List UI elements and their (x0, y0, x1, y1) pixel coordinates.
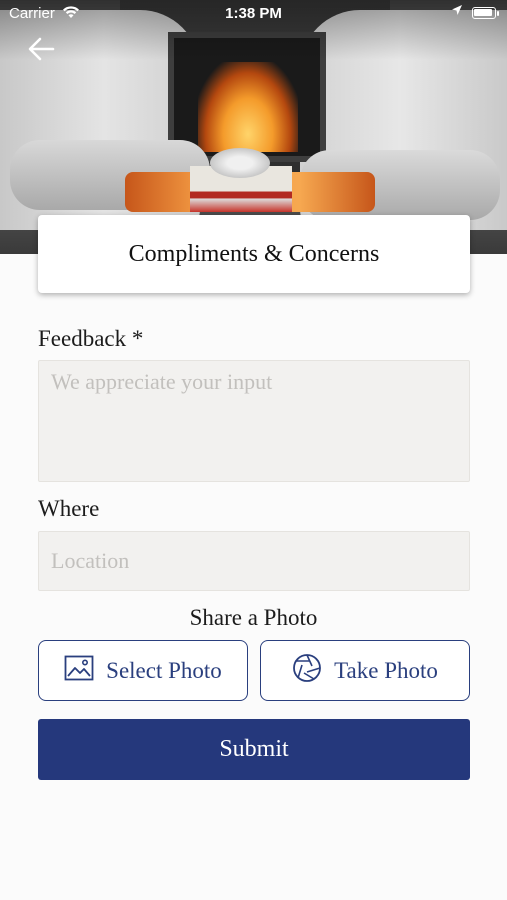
arrow-left-icon (27, 36, 55, 67)
feedback-textarea[interactable] (38, 360, 470, 482)
battery-icon (472, 7, 496, 19)
select-photo-label: Select Photo (106, 657, 222, 683)
status-time: 1:38 PM (225, 5, 282, 22)
back-button[interactable] (24, 34, 58, 68)
page-title-card: Compliments & Concerns (38, 215, 470, 293)
location-arrow-icon (451, 4, 463, 19)
camera-aperture-icon (292, 653, 322, 689)
feedback-label: Feedback * (38, 326, 144, 351)
status-bar: Carrier 1:38 PM (0, 0, 507, 28)
submit-label: Submit (219, 736, 289, 762)
image-icon (64, 655, 94, 687)
page-title: Compliments & Concerns (128, 240, 380, 267)
take-photo-button[interactable]: Take Photo (260, 640, 470, 701)
location-input[interactable] (38, 531, 470, 591)
share-photo-label: Share a Photo (189, 605, 318, 630)
select-photo-button[interactable]: Select Photo (38, 640, 248, 701)
take-photo-label: Take Photo (334, 657, 438, 683)
where-label: Where (38, 496, 100, 521)
submit-button[interactable]: Submit (38, 719, 470, 780)
